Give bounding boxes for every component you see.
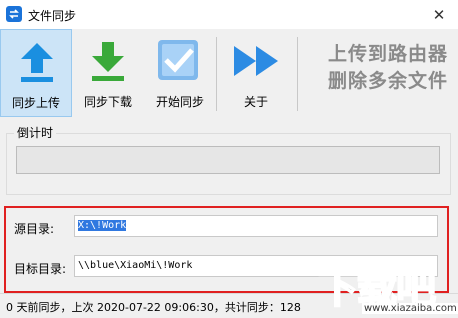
target-dir-label: 目标目录: (14, 262, 67, 276)
source-dir-value: X:\!Work (78, 220, 127, 231)
download-arrow-icon (92, 42, 124, 81)
watermark-logo: 下载吧 www.xiazaiba.com (317, 256, 458, 317)
source-dir-label: 源目录: (14, 222, 55, 236)
sync-download-label: 同步下载 (83, 95, 132, 109)
countdown-progress-bar (16, 146, 440, 174)
about-label: 关于 (243, 95, 268, 109)
slogan-line-1: 上传到路由器 (327, 43, 448, 65)
close-icon: ✕ (432, 5, 446, 24)
sync-download-button[interactable]: 同步下载 (72, 29, 144, 117)
toolbar: 同步上传 同步下载 开始同步 关于 上传到路由器 删除多余文件 (0, 29, 458, 117)
close-button[interactable]: ✕ (420, 0, 458, 29)
about-button[interactable]: 关于 (220, 29, 292, 117)
start-sync-button[interactable]: 开始同步 (144, 29, 216, 117)
target-dir-value: \\blue\XiaoMi\!Work (78, 260, 193, 271)
countdown-title: 倒计时 (14, 124, 57, 141)
slogan-line-2: 删除多余文件 (327, 70, 448, 92)
toolbar-separator (216, 37, 217, 111)
sync-app-icon (6, 6, 22, 22)
upload-arrow-icon (21, 43, 53, 82)
window-title: 文件同步 (28, 9, 77, 23)
sync-upload-label: 同步上传 (11, 96, 60, 110)
start-sync-label: 开始同步 (155, 95, 204, 109)
status-text: 0 天前同步，上次 2020-07-22 09:06:30，共计同步：128 (6, 301, 301, 314)
toolbar-separator (297, 37, 298, 111)
fast-forward-icon (234, 46, 278, 76)
title-bar: 文件同步 ✕ (0, 0, 458, 30)
sync-upload-button[interactable]: 同步上传 (0, 29, 72, 117)
source-dir-input[interactable]: X:\!Work (74, 215, 438, 237)
checkmark-icon (158, 40, 198, 80)
slogan: 上传到路由器 删除多余文件 (328, 41, 448, 95)
watermark-url: www.xiazaiba.com (362, 303, 458, 314)
